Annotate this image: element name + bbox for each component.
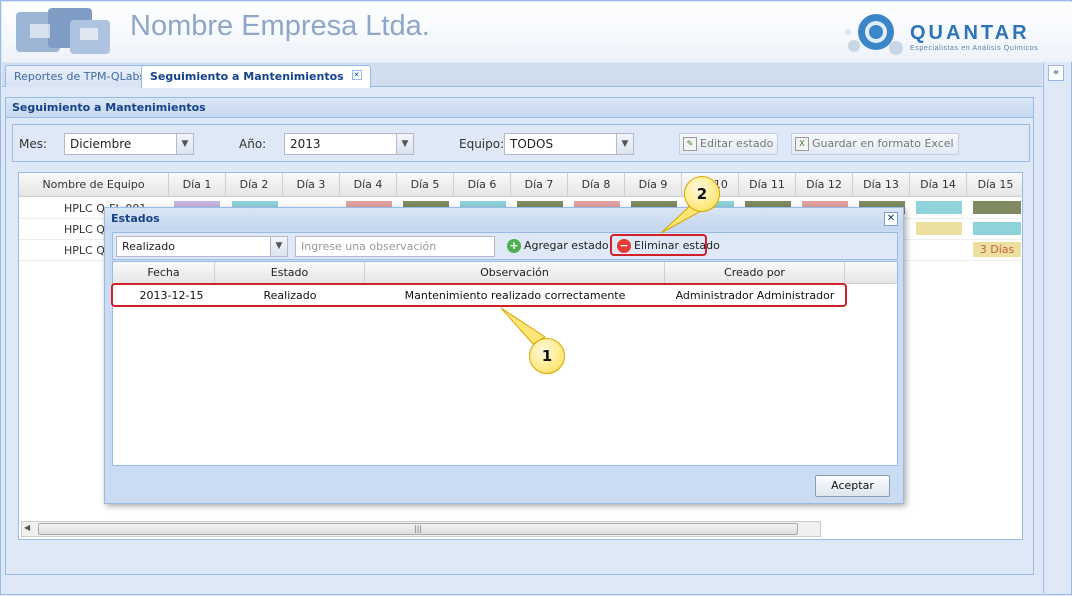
mes-value: Diciembre [70,137,132,151]
table-row[interactable]: 2013-12-15 Realizado Mantenimiento reali… [113,285,848,307]
anio-label: Año: [239,137,267,151]
export-excel-button[interactable]: X Guardar en formato Excel [791,133,959,155]
add-icon: + [507,239,521,253]
day-status-bar[interactable] [916,201,962,214]
day-status-label[interactable]: 3 Días [973,242,1021,257]
chevron-down-icon[interactable]: ▼ [616,134,633,154]
equipo-label: Equipo: [459,137,505,151]
day-status-bar[interactable] [973,201,1021,214]
equipo-value: TODOS [510,137,554,151]
chevron-down-icon[interactable]: ▼ [270,237,287,256]
cell-estado: Realizado [263,289,317,302]
chevron-down-icon[interactable]: ▼ [396,134,413,154]
col-header[interactable]: Día 2 [226,173,283,197]
edit-state-label: Editar estado [700,137,774,150]
anio-value: 2013 [290,137,321,151]
panel-title: Seguimiento a Mantenimientos [6,98,1033,118]
estado-select[interactable]: Realizado ▼ [116,236,288,257]
filter-toolbar: Mes: Diciembre ▼ Año: 2013 ▼ Equipo: TOD… [12,124,1030,162]
company-logo-icon [16,8,110,54]
app-frame: Nombre Empresa Ltda. QUANTAR Especialist… [0,0,1072,595]
delete-state-label: Eliminar estado [634,239,720,252]
estados-grid: Fecha Estado Observación Creado por 2013… [112,261,898,466]
col-header[interactable]: Nombre de Equipo [19,173,169,197]
delete-state-button[interactable]: − Eliminar estado [614,236,724,257]
col-header-observacion[interactable]: Observación [365,262,665,284]
chevron-down-icon[interactable]: ▼ [176,134,193,154]
col-header[interactable]: Día 9 [625,173,682,197]
brand-name: QUANTAR [910,22,1030,44]
col-header[interactable]: Día 14 [910,173,967,197]
equipment-name: HPLC Q- [64,244,110,257]
accept-button[interactable]: Aceptar [815,475,890,497]
brand-tagline: Especialistas en Análisis Químicos [910,45,1039,52]
equipo-select[interactable]: TODOS ▼ [504,133,634,155]
dialog-title: Estados [105,208,903,230]
col-header[interactable]: Día 6 [454,173,511,197]
add-state-label: Agregar estado [524,239,609,252]
col-header-estado[interactable]: Estado [215,262,365,284]
dialog-footer: Aceptar [112,468,898,500]
close-tab-icon[interactable]: ✕ [351,70,362,80]
day-status-bar[interactable] [916,222,962,235]
scroll-thumb[interactable]: ||| [38,523,798,535]
col-header[interactable]: Día 11 [739,173,796,197]
cell-fecha: 2013-12-15 [139,289,204,302]
horizontal-scrollbar[interactable]: ◀ ||| [21,521,821,537]
estados-dialog: Estados ✕ Realizado ▼ Ingrese una observ… [104,207,904,504]
day-status-bar[interactable] [973,222,1021,235]
remove-icon: − [617,239,631,253]
col-header[interactable]: Día 13 [853,173,910,197]
tab-label: Seguimiento a Mantenimientos [150,70,344,83]
col-header-fecha[interactable]: Fecha [113,262,215,284]
col-header[interactable]: Día 12 [796,173,853,197]
estado-value: Realizado [122,240,175,253]
mes-select[interactable]: Diciembre ▼ [64,133,194,155]
callout-2-badge: 2 [684,176,720,212]
expand-panel-icon[interactable]: « [1048,65,1064,81]
col-header[interactable]: Día 3 [283,173,340,197]
grid-header: Nombre de Equipo Día 1 Día 2 Día 3 Día 4… [19,173,1022,197]
anio-select[interactable]: 2013 ▼ [284,133,414,155]
edit-icon: ✎ [683,137,697,151]
tab-reportes[interactable]: Reportes de TPM-QLabs [5,65,155,87]
cell-creado-por: Administrador Administrador [675,289,835,302]
col-header[interactable]: Día 4 [340,173,397,197]
equipment-name: HPLC Q- [64,223,110,236]
tab-label: Reportes de TPM-QLabs [14,70,146,83]
cell-observacion: Mantenimiento realizado correctamente [404,289,626,302]
close-icon[interactable]: ✕ [884,212,898,226]
side-panel-collapsed [1043,63,1071,593]
mes-label: Mes: [19,137,48,151]
callout-1-badge: 1 [529,338,565,374]
col-header[interactable]: Día 5 [397,173,454,197]
app-header: Nombre Empresa Ltda. QUANTAR Especialist… [2,2,1072,62]
col-header[interactable]: Día 8 [568,173,625,197]
tab-bar: Reportes de TPM-QLabs Seguimiento a Mant… [2,63,1042,88]
company-name: Nombre Empresa Ltda. [130,10,430,42]
tab-seguimiento[interactable]: Seguimiento a Mantenimientos ✕ [141,65,371,88]
export-excel-label: Guardar en formato Excel [812,137,954,150]
edit-state-button[interactable]: ✎ Editar estado [679,133,779,155]
scroll-left-icon[interactable]: ◀ [24,523,30,532]
estados-grid-header: Fecha Estado Observación Creado por [113,262,897,284]
col-header[interactable]: Día 1 [169,173,226,197]
col-header[interactable]: Día 15 [967,173,1024,197]
observacion-input[interactable]: Ingrese una observación [295,236,495,257]
col-header[interactable]: Día 7 [511,173,568,197]
excel-icon: X [795,137,809,151]
add-state-button[interactable]: + Agregar estado [506,236,612,257]
col-header-creado-por[interactable]: Creado por [665,262,845,284]
dialog-toolbar: Realizado ▼ Ingrese una observación + Ag… [112,232,898,260]
